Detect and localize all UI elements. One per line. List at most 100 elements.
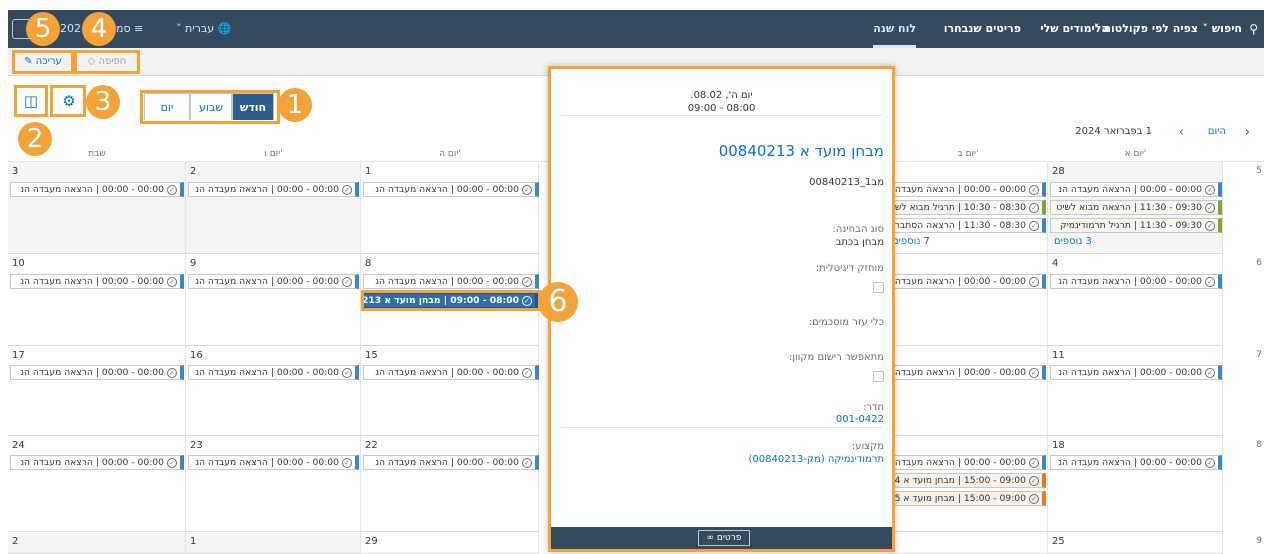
weekday-sun: יום א'	[1124, 149, 1147, 159]
badge-1: 1	[278, 88, 312, 122]
day-cell[interactable]: 29	[361, 532, 539, 554]
check-icon: ✓	[1205, 202, 1215, 213]
search-icon[interactable]: ⚲	[1249, 10, 1258, 48]
check-icon: ✓	[167, 184, 177, 195]
check-icon: ✓	[342, 276, 352, 287]
event-exercise[interactable]: ✓08:30 - 10:30 | תרגיל מבוא לשי	[888, 200, 1046, 215]
language-selector[interactable]: 🌐 עברית ˅	[176, 10, 231, 48]
day-cell[interactable]: 10	[8, 254, 186, 346]
weekday-fri: יום ו'	[264, 149, 283, 159]
highlight-overlap	[74, 50, 140, 74]
event-lecture[interactable]: ✓00:00 - 00:00 | הרצאה מעבדה הנ	[188, 365, 359, 380]
highlight-edit	[12, 50, 74, 74]
day-cell[interactable]: 1	[361, 162, 539, 254]
event-lecture[interactable]: ✓08:30 - 11:30 | הרצאה הסתבר	[888, 218, 1046, 233]
event-lecture[interactable]: ✓00:00 - 00:00 | הרצאה מעבדה	[888, 365, 1046, 380]
day-cell[interactable]: 23	[186, 436, 361, 532]
event-lecture[interactable]: ✓00:00 - 00:00 | הרצאה מעבדה הנ	[1050, 274, 1222, 289]
day-cell[interactable]: 4	[1048, 254, 1223, 346]
weekday-mon: יום ב'	[957, 149, 979, 159]
check-icon: ✓	[1029, 184, 1039, 195]
day-cell[interactable]: 15	[361, 346, 539, 436]
room-link[interactable]: 001-0422	[836, 414, 884, 425]
check-icon: ✓	[1029, 202, 1039, 213]
event-lecture[interactable]: ✓00:00 - 00:00 | הרצאה מעבדה הנ	[10, 182, 184, 197]
event-exam[interactable]: ✓09:00 - 15:00 | מבחן מועד א 5	[888, 491, 1046, 506]
event-lecture[interactable]: ✓00:00 - 00:00 | הרצאה מעבדה הנ	[188, 182, 359, 197]
nav-selected-items[interactable]: פריטים שנבחרו	[944, 10, 1021, 48]
current-date-label[interactable]: 1 בפברואר 2024	[1075, 126, 1152, 137]
highlight-legend	[14, 85, 48, 117]
day-cell[interactable]: 9	[186, 254, 361, 346]
event-lecture[interactable]: ✓00:00 - 00:00 | הרצאה מעבדה הנ	[10, 274, 184, 289]
divider	[561, 115, 882, 116]
event-lecture[interactable]: ✓00:00 - 00:00 | הרצאה מעבדה הנ	[10, 365, 184, 380]
day-cell[interactable]: 24	[8, 436, 186, 532]
details-button[interactable]: פרטים ∞	[698, 530, 750, 546]
check-icon: ✓	[1205, 276, 1215, 287]
event-lecture[interactable]: ✓00:00 - 00:00 | הרצאה מעבדה הנ	[363, 365, 539, 380]
event-lecture[interactable]: ✓00:00 - 00:00 | הרצאה מעבדה הנ	[10, 455, 184, 470]
more-events-link[interactable]: 7 נוספים	[892, 236, 930, 247]
day-cell[interactable]: 1	[186, 532, 361, 554]
check-icon: ✓	[342, 457, 352, 468]
event-exam[interactable]: ✓09:00 - 15:00 | מבחן מועד א 4	[888, 473, 1046, 488]
nav-calendar[interactable]: לוח שנה	[873, 10, 916, 48]
day-cell[interactable]	[888, 532, 1048, 554]
day-cell[interactable]: 3	[8, 162, 186, 254]
event-lecture[interactable]: ✓00:00 - 00:00 | הרצאה מעבדה	[888, 274, 1046, 289]
next-arrow-icon[interactable]: ‹	[1179, 125, 1184, 140]
event-lecture[interactable]: ✓00:00 - 00:00 | הרצאה מעבדה	[888, 455, 1046, 470]
day-cell[interactable]: 2	[186, 162, 361, 254]
semester-selector[interactable]: ≡ סמ	[116, 10, 143, 48]
day-cell[interactable]: 11	[1048, 346, 1223, 436]
day-cell[interactable]: 17	[8, 346, 186, 436]
nav-search[interactable]: חיפוש ˅	[1203, 10, 1243, 48]
event-exercise[interactable]: ✓09:30 - 11:30 | תרגיל תרמודינמיק	[1050, 218, 1222, 233]
day-cell[interactable]: 2	[8, 532, 186, 554]
room-label: חדר:	[862, 402, 884, 413]
event-lecture[interactable]: ✓00:00 - 00:00 | הרצאה מעבדה הנ	[363, 182, 539, 197]
week-number: 8	[1256, 440, 1262, 450]
course-link[interactable]: תרמודינמיקה (מק-00840213)	[749, 454, 884, 465]
online-registration-label: מתאפשר רישום מקוון:	[788, 352, 884, 363]
check-icon: ✓	[1029, 276, 1039, 287]
event-lecture[interactable]: ✓00:00 - 00:00 | הרצאה מעבדה הנ	[1050, 365, 1222, 380]
check-icon: ✓	[1205, 457, 1215, 468]
course-label: מקצוע:	[851, 441, 884, 452]
event-lecture[interactable]: ✓00:00 - 00:00 | הרצאה מעבדה הנ	[188, 455, 359, 470]
year-text: 202	[60, 22, 81, 35]
check-icon: ✓	[1029, 367, 1039, 378]
day-cell[interactable]	[888, 346, 1048, 436]
event-lecture[interactable]: ✓00:00 - 00:00 | הרצאה מעבדה הנ	[188, 274, 359, 289]
event-lecture[interactable]: ✓00:00 - 00:00 | הרצאה מעבדה הנ	[1050, 182, 1222, 197]
badge-4: 4	[82, 12, 116, 46]
nav-faculties[interactable]: צפיה לפי פקולטות ˅	[1094, 10, 1198, 48]
day-cell[interactable]	[888, 254, 1048, 346]
check-icon: ✓	[522, 276, 532, 287]
check-icon: ✓	[1205, 184, 1215, 195]
event-lecture[interactable]: ✓00:00 - 00:00 | הרצאה מעבדה הנ	[363, 455, 539, 470]
badge-6: 6	[538, 282, 578, 322]
day-cell[interactable]: 25	[1048, 532, 1223, 554]
week-number: 6	[1256, 258, 1262, 268]
online-registration-checkbox	[873, 371, 884, 382]
event-lecture[interactable]: ✓00:00 - 00:00 | הרצאה מעבדה	[888, 182, 1046, 197]
binoculars-icon: ∞	[706, 533, 715, 543]
event-lecture[interactable]: ✓00:00 - 00:00 | הרצאה מעבדה הנ	[1050, 455, 1222, 470]
check-icon: ✓	[1205, 367, 1215, 378]
shell-bar: ⚲ חיפוש ˅ צפיה לפי פקולטות ˅ הלימודים של…	[8, 10, 1264, 48]
prev-arrow-icon[interactable]: ›	[1245, 125, 1250, 140]
nav-my-studies[interactable]: הלימודים שלי	[1040, 10, 1109, 48]
day-cell[interactable]: 18	[1048, 436, 1223, 532]
badge-3: 3	[86, 85, 120, 119]
day-cell[interactable]: 22	[361, 436, 539, 532]
check-icon: ✓	[167, 457, 177, 468]
event-lecture[interactable]: ✓00:00 - 00:00 | הרצאה מעבדה הנ	[363, 274, 539, 289]
event-lecture[interactable]: ✓09:30 - 11:30 | הרצאה מבוא לשיט	[1050, 200, 1222, 215]
check-icon: ✓	[342, 184, 352, 195]
today-button[interactable]: היום	[1208, 126, 1226, 137]
check-icon: ✓	[167, 367, 177, 378]
more-events-link[interactable]: 3 נוספים	[1054, 236, 1092, 247]
day-cell[interactable]: 16	[186, 346, 361, 436]
